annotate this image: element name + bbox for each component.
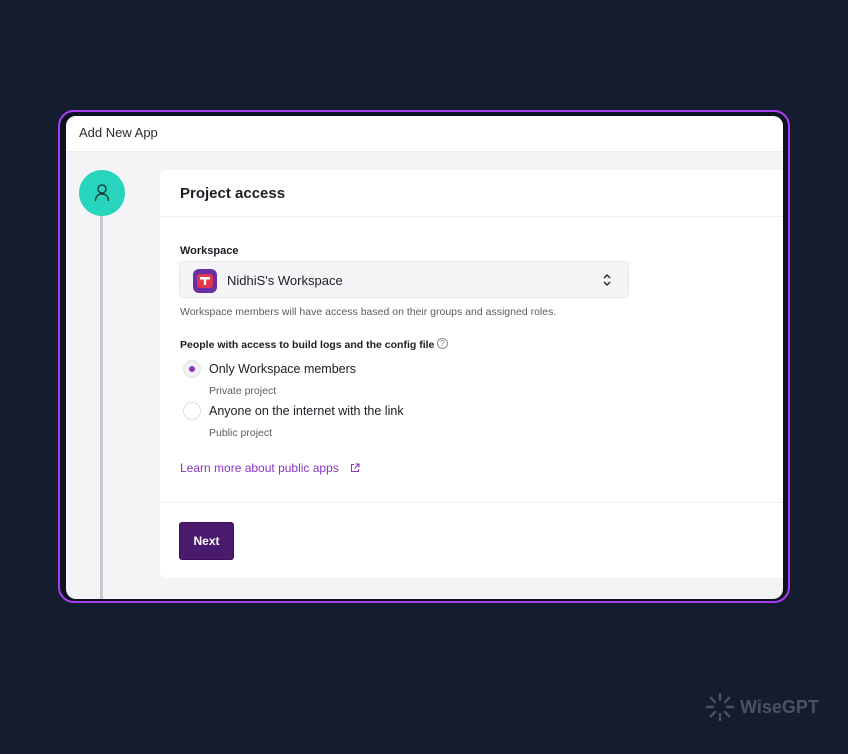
workspace-select[interactable]: NidhiS's Workspace: [179, 261, 629, 298]
watermark-text: WiseGPT: [740, 697, 819, 717]
radio-only-workspace-members[interactable]: [183, 360, 201, 378]
add-app-window: Add New App Project access Workspace Nid…: [66, 116, 783, 599]
help-icon[interactable]: ?: [437, 338, 448, 349]
radio-anyone-with-link[interactable]: [183, 402, 201, 420]
option-public-description: Public project: [209, 427, 273, 439]
workspace-logo-icon: [193, 269, 217, 293]
workspace-label: Workspace: [180, 245, 239, 257]
window-title: Add New App: [79, 125, 158, 140]
option-private-title[interactable]: Only Workspace members: [209, 362, 356, 376]
wisegpt-logo-icon: [705, 692, 735, 722]
learn-more-link[interactable]: Learn more about public apps: [180, 461, 339, 475]
access-label: People with access to build logs and the…: [180, 339, 435, 351]
workspace-helper-text: Workspace members will have access based…: [180, 306, 557, 318]
option-public-title[interactable]: Anyone on the internet with the link: [209, 404, 404, 418]
step-indicator: [79, 170, 125, 216]
option-private-description: Private project: [209, 385, 277, 397]
card-title: Project access: [180, 185, 286, 202]
window-titlebar: Add New App: [66, 116, 783, 152]
radio-selected-dot: [189, 366, 195, 372]
next-button[interactable]: Next: [179, 522, 234, 560]
card-divider: [160, 502, 783, 503]
card-header: Project access: [160, 170, 783, 217]
project-access-card: Project access Workspace NidhiS's Worksp…: [160, 170, 783, 578]
workspace-select-value: NidhiS's Workspace: [227, 273, 343, 288]
chevron-up-down-icon: [603, 273, 611, 287]
step-progress-line: [100, 192, 103, 599]
user-icon: [94, 184, 110, 202]
external-link-icon[interactable]: [350, 463, 360, 473]
